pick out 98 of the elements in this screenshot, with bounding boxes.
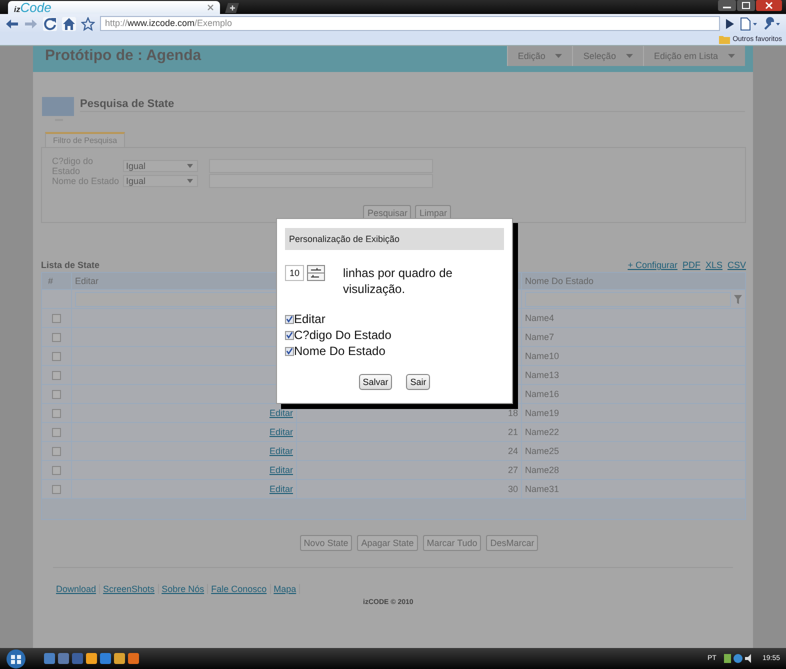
row-checkbox[interactable] [52, 370, 61, 380]
app-icon[interactable] [114, 653, 125, 664]
app-icon[interactable] [100, 653, 111, 664]
app-icon[interactable] [58, 653, 69, 664]
table-cell: Name10 [525, 351, 560, 361]
page-title: Protótipo de : Agenda [45, 47, 202, 64]
edit-link[interactable]: Editar [269, 408, 293, 418]
app-icon[interactable] [44, 653, 55, 664]
table-cell: 30 [508, 484, 518, 494]
filter-icon[interactable] [734, 294, 742, 304]
spinner-icon[interactable] [307, 265, 325, 281]
table-cell: 18 [508, 408, 518, 418]
footer-link[interactable]: ScreenShots [100, 584, 159, 594]
action-button[interactable]: Marcar Tudo [422, 535, 482, 551]
caret-icon [626, 54, 633, 58]
list-title: Lista de State [41, 260, 100, 270]
table-cell: Name28 [525, 465, 560, 475]
row-checkbox[interactable] [52, 390, 61, 398]
row-checkbox[interactable] [52, 332, 61, 342]
table-cell: Name4 [525, 313, 554, 323]
section-title: Pesquisa de State [80, 98, 174, 112]
url-host: www.izcode.com [128, 17, 195, 30]
start-orb-icon[interactable] [6, 648, 26, 668]
home-icon[interactable] [62, 16, 76, 30]
maximize-icon[interactable] [737, 0, 755, 11]
checkbox-label: Nome Do Estado [294, 344, 386, 358]
table-cell: Name16 [525, 389, 560, 399]
action-button[interactable]: Apagar State [357, 535, 418, 551]
row-checkbox[interactable] [52, 484, 61, 494]
logo-prefix: iz [14, 4, 20, 14]
table-cell: 24 [508, 446, 518, 456]
caret-icon [187, 164, 193, 168]
app-icon[interactable] [86, 653, 97, 664]
footer-link[interactable]: Mapa [270, 584, 300, 594]
browser-tab[interactable]: izCode [8, 1, 220, 14]
edit-link[interactable]: Editar [269, 446, 293, 456]
column-header: Nome Do Estado [524, 275, 595, 288]
export-link[interactable]: + Configurar [628, 260, 678, 270]
wrench-icon[interactable] [763, 16, 781, 30]
caret-icon [728, 54, 735, 58]
close-icon[interactable] [207, 4, 214, 11]
edit-link[interactable]: Editar [269, 427, 293, 437]
dialog-title: Personalização de Exibição [285, 228, 504, 250]
address-field[interactable]: http://www.izcode.com/Exemplo [100, 16, 720, 31]
edit-link[interactable]: Editar [269, 465, 293, 475]
column-checkbox[interactable] [285, 314, 294, 324]
menu-item[interactable]: Seleção [572, 46, 643, 66]
table-cell: Name13 [525, 370, 560, 380]
table-cell: 21 [508, 427, 518, 437]
page-menu-icon[interactable] [740, 16, 758, 30]
minimize-icon[interactable] [718, 0, 736, 11]
checkbox-label: C?digo Do Estado [294, 328, 392, 342]
caret-icon [555, 54, 562, 58]
menu-item[interactable]: Edição [506, 46, 572, 66]
star-icon[interactable] [81, 16, 95, 30]
caret-icon [187, 178, 193, 182]
row-checkbox[interactable] [52, 446, 61, 456]
table-cell: Name25 [525, 446, 560, 456]
checkbox-label: Editar [294, 312, 326, 326]
app-icon[interactable] [72, 653, 83, 664]
row-checkbox[interactable] [52, 314, 61, 322]
back-icon[interactable] [5, 18, 19, 30]
url-scheme: http:// [105, 17, 128, 30]
close-icon[interactable] [756, 0, 782, 11]
exit-button[interactable]: Sair [406, 374, 430, 390]
action-button[interactable]: Novo State [300, 535, 352, 551]
reload-icon[interactable] [43, 16, 57, 30]
url-path: /Exemplo [194, 17, 232, 30]
table-cell: Name22 [525, 427, 560, 437]
app-icon[interactable] [128, 653, 139, 664]
save-button[interactable]: Salvar [358, 374, 392, 390]
table-cell: Name31 [525, 484, 560, 494]
column-checkbox[interactable] [285, 346, 294, 356]
action-button[interactable]: DesMarcar [486, 535, 538, 551]
rows-label: linhas por quadro de visulização. [343, 265, 454, 297]
menu-item[interactable]: Edição em Lista [642, 46, 745, 66]
play-icon[interactable] [725, 18, 735, 28]
row-checkbox[interactable] [52, 408, 61, 418]
column-header: # [42, 273, 72, 289]
row-checkbox[interactable] [52, 428, 61, 436]
operator-dropdown[interactable]: Igual [123, 160, 198, 172]
footer-link[interactable]: Download [56, 584, 100, 594]
export-link[interactable]: PDF [682, 260, 700, 270]
table-cell: Name7 [525, 332, 554, 342]
new-tab-icon[interactable] [223, 3, 241, 13]
logo-text: Code [20, 2, 52, 14]
row-checkbox[interactable] [52, 352, 61, 360]
export-link[interactable]: XLS [705, 260, 722, 270]
table-cell: Name19 [525, 408, 560, 418]
row-checkbox[interactable] [52, 466, 61, 474]
footer-link[interactable]: Sobre Nós [158, 584, 208, 594]
column-checkbox[interactable] [285, 330, 294, 340]
operator-dropdown[interactable]: Igual [123, 174, 198, 186]
export-link[interactable]: CSV [727, 260, 746, 270]
forward-icon[interactable] [24, 18, 38, 30]
footer-link[interactable]: Fale Conosco [208, 584, 271, 594]
edit-link[interactable]: Editar [269, 484, 293, 494]
table-cell: 27 [508, 465, 518, 475]
